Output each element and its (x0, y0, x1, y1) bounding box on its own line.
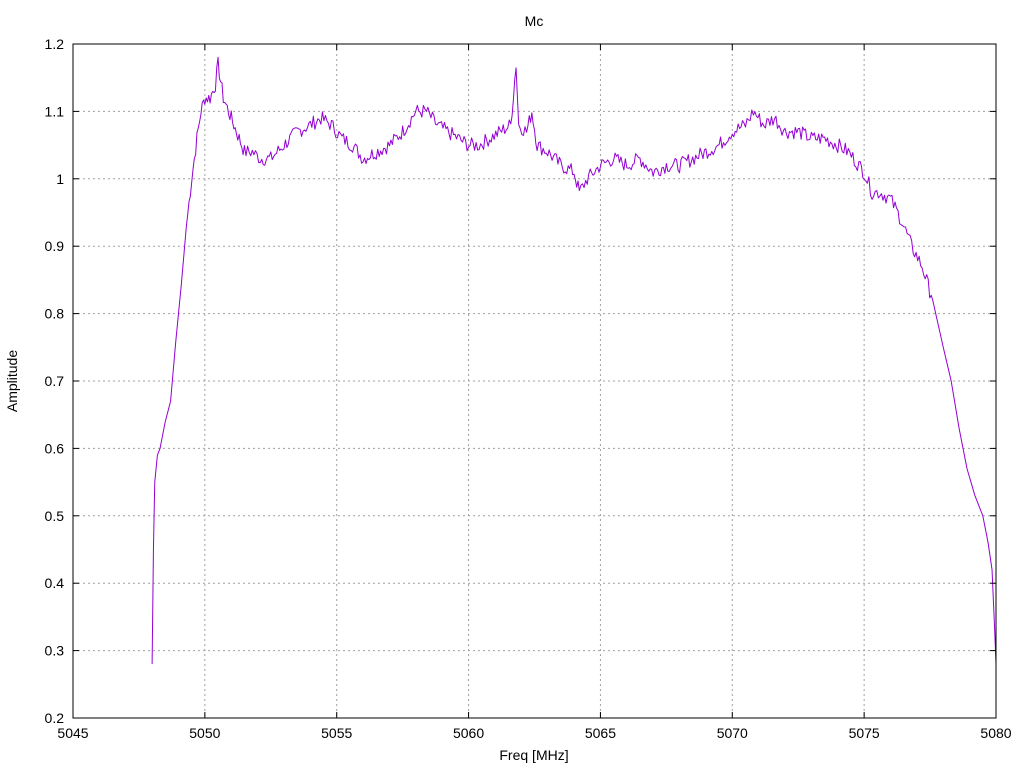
y-tick-label: 0.4 (45, 575, 65, 591)
chart: 5045 5050 5055 5060 5065 5070 5075 5080 0.2 0.3 0.… (4, 13, 1012, 763)
x-tick-label: 5070 (717, 725, 748, 741)
x-tick-label: 5075 (849, 725, 880, 741)
x-axis-title: Freq [MHz] (499, 747, 568, 763)
chart-title: Mc (525, 13, 544, 29)
x-tick-label: 5055 (321, 725, 352, 741)
x-tick-label: 5050 (189, 725, 220, 741)
y-tick-label: 0.9 (45, 238, 65, 254)
y-tick-label: 0.6 (45, 440, 65, 456)
x-tick-label: 5060 (453, 725, 484, 741)
y-tick-label: 0.8 (45, 306, 65, 322)
y-tick-label: 1 (56, 171, 64, 187)
y-tick-label: 0.5 (45, 508, 65, 524)
y-tick-label: 0.2 (45, 710, 65, 726)
y-tick-label: 0.3 (45, 643, 65, 659)
x-tick-label: 5080 (980, 725, 1011, 741)
y-axis-title: Amplitude (4, 350, 20, 412)
x-tick-label: 5065 (585, 725, 616, 741)
y-tick-label: 1.2 (45, 36, 65, 52)
data-series-line (151, 56, 997, 665)
tick-layer: 5045 5050 5055 5060 5065 5070 5075 5080 0.2 0.3 0.… (45, 36, 1012, 741)
data-layer (151, 56, 997, 665)
y-tick-label: 0.7 (45, 373, 65, 389)
x-tick-label: 5045 (57, 725, 88, 741)
grid-layer (73, 44, 996, 718)
y-tick-label: 1.1 (45, 103, 65, 119)
